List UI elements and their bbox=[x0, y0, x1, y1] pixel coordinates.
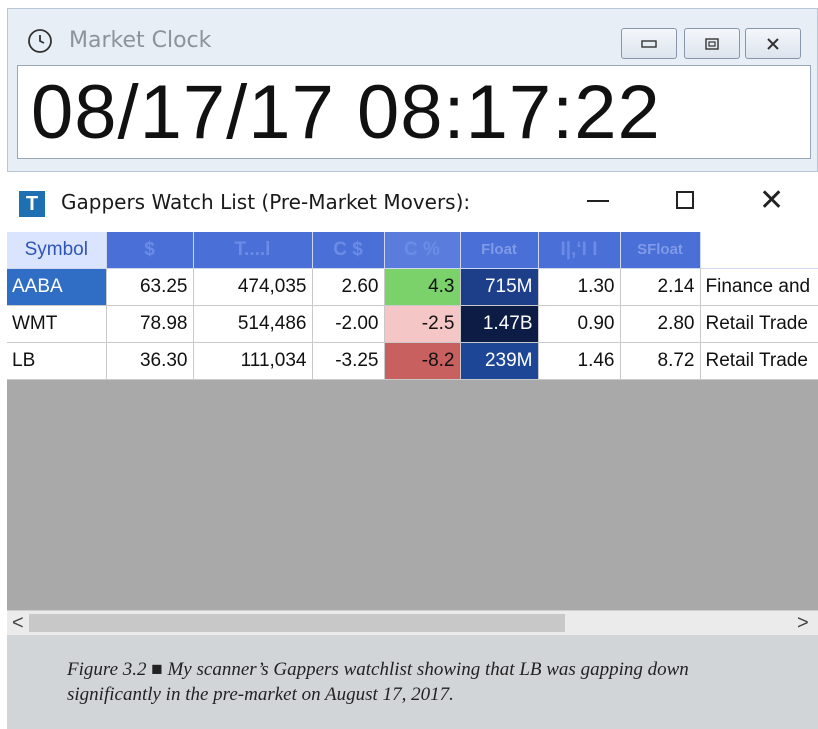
cell-symbol[interactable]: LB bbox=[7, 342, 107, 380]
cell-change: -2.00 bbox=[312, 305, 385, 343]
clock-window-title: Market Clock bbox=[69, 28, 212, 53]
cell-change-percent: 4.3 bbox=[384, 268, 461, 306]
watchlist-table: Symbol $ T....l C $ C % Float I|,‘I I SF… bbox=[7, 232, 818, 380]
column-header-change-percent[interactable]: C % bbox=[384, 232, 461, 269]
cell-volume: 514,486 bbox=[193, 305, 313, 343]
cell-volume: 474,035 bbox=[193, 268, 313, 306]
column-header-relative-volume[interactable]: I|,‘I I bbox=[538, 232, 621, 269]
gappers-watchlist-window: T Gappers Watch List (Pre-Market Movers)… bbox=[7, 174, 818, 635]
clock-minimize-button[interactable] bbox=[621, 28, 677, 59]
caption-text: Figure 3.2 ■ My scanner’s Gappers watchl… bbox=[67, 659, 689, 705]
watchlist-title: Gappers Watch List (Pre-Market Movers): bbox=[61, 190, 471, 214]
watchlist-maximize-button[interactable] bbox=[676, 191, 694, 209]
clock-restore-button[interactable] bbox=[684, 28, 740, 59]
cell-change-percent: -8.2 bbox=[384, 342, 461, 380]
cell-price: 36.30 bbox=[106, 342, 194, 380]
column-header-volume[interactable]: T....l bbox=[193, 232, 313, 269]
scroll-left-icon[interactable]: < bbox=[12, 612, 24, 635]
close-icon bbox=[767, 37, 779, 50]
cell-sector: Retail Trade bbox=[700, 305, 818, 343]
clock-titlebar[interactable]: Market Clock bbox=[8, 9, 817, 67]
column-header-short-float[interactable]: SFloat bbox=[620, 232, 701, 269]
table-header-row: Symbol $ T....l C $ C % Float I|,‘I I SF… bbox=[7, 232, 818, 269]
column-header-change[interactable]: C $ bbox=[312, 232, 385, 269]
watchlist-titlebar[interactable]: T Gappers Watch List (Pre-Market Movers)… bbox=[7, 174, 818, 232]
column-header-price[interactable]: $ bbox=[106, 232, 194, 269]
cell-symbol[interactable]: WMT bbox=[7, 305, 107, 343]
cell-change: 2.60 bbox=[312, 268, 385, 306]
figure-caption: Figure 3.2 ■ My scanner’s Gappers watchl… bbox=[7, 635, 818, 729]
scrollbar-thumb[interactable] bbox=[29, 614, 565, 632]
clock-icon bbox=[28, 29, 52, 53]
column-header-sector[interactable] bbox=[700, 232, 818, 269]
clock-display: 08/17/17 08:17:22 bbox=[17, 65, 811, 159]
clock-time: 08/17/17 08:17:22 bbox=[31, 70, 661, 155]
cell-volume: 111,034 bbox=[193, 342, 313, 380]
watchlist-minimize-button[interactable] bbox=[587, 200, 609, 202]
table-row[interactable]: LB 36.30 111,034 -3.25 -8.2 239M 1.46 8.… bbox=[7, 342, 818, 380]
cell-price: 78.98 bbox=[106, 305, 194, 343]
app-logo: T bbox=[19, 191, 45, 217]
table-row[interactable]: WMT 78.98 514,486 -2.00 -2.5 1.47B 0.90 … bbox=[7, 305, 818, 343]
cell-change-percent: -2.5 bbox=[384, 305, 461, 343]
cell-float: 715M bbox=[460, 268, 539, 306]
horizontal-scrollbar[interactable]: < > bbox=[7, 610, 818, 635]
minimize-icon bbox=[641, 39, 657, 48]
column-header-symbol[interactable]: Symbol bbox=[7, 232, 107, 269]
cell-relative-volume: 1.46 bbox=[538, 342, 621, 380]
restore-icon bbox=[705, 37, 719, 50]
column-header-float[interactable]: Float bbox=[460, 232, 539, 269]
cell-symbol[interactable]: AABA bbox=[7, 268, 107, 306]
cell-price: 63.25 bbox=[106, 268, 194, 306]
cell-relative-volume: 1.30 bbox=[538, 268, 621, 306]
cell-sector: Finance and bbox=[700, 268, 818, 306]
cell-short-float: 8.72 bbox=[620, 342, 701, 380]
table-row[interactable]: AABA 63.25 474,035 2.60 4.3 715M 1.30 2.… bbox=[7, 268, 818, 306]
cell-relative-volume: 0.90 bbox=[538, 305, 621, 343]
cell-change: -3.25 bbox=[312, 342, 385, 380]
scroll-right-icon[interactable]: > bbox=[797, 612, 809, 635]
watchlist-close-button[interactable]: ✕ bbox=[759, 183, 784, 219]
market-clock-window: Market Clock 08/17/17 08:17:22 bbox=[7, 8, 818, 172]
cell-short-float: 2.14 bbox=[620, 268, 701, 306]
clock-close-button[interactable] bbox=[745, 28, 801, 59]
cell-float: 1.47B bbox=[460, 305, 539, 343]
cell-float: 239M bbox=[460, 342, 539, 380]
cell-short-float: 2.80 bbox=[620, 305, 701, 343]
cell-sector: Retail Trade bbox=[700, 342, 818, 380]
